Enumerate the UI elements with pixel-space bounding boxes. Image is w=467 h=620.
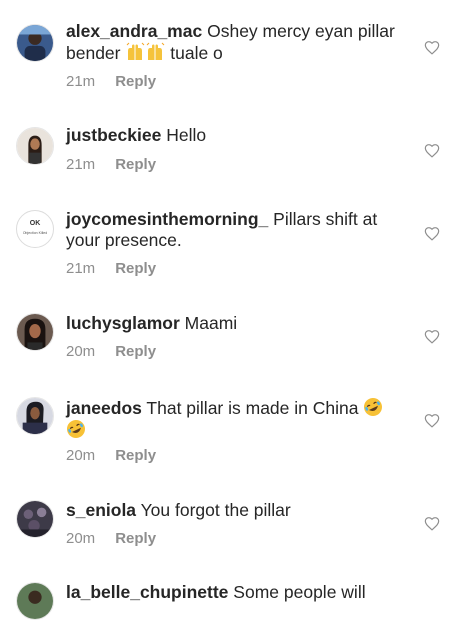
comment-body: luchysglamor Maami	[66, 313, 406, 334]
avatar[interactable]	[16, 313, 54, 351]
reply-button[interactable]: Reply	[115, 156, 156, 173]
reply-button[interactable]: Reply	[115, 260, 156, 277]
reply-button[interactable]: Reply	[115, 530, 156, 547]
avatar[interactable]: OK Objection Killed	[16, 210, 54, 248]
raising-hands-emoji	[145, 42, 165, 62]
comment-username[interactable]: janeedos	[66, 398, 142, 418]
comment-meta: 20m Reply	[66, 447, 156, 464]
comment-username[interactable]: luchysglamor	[66, 313, 180, 333]
raising-hands-emoji	[125, 42, 145, 62]
comment-text: Maami	[184, 313, 238, 333]
heart-outline-icon[interactable]	[424, 329, 440, 344]
comment-time: 20m	[66, 530, 96, 547]
comment-meta: 21m Reply	[66, 156, 156, 173]
heart-outline-icon[interactable]	[424, 40, 440, 55]
comment-body: s_eniola You forgot the pillar	[66, 500, 406, 521]
avatar[interactable]	[16, 397, 54, 435]
heart-outline-icon[interactable]	[424, 413, 440, 428]
reply-button[interactable]: Reply	[115, 343, 156, 360]
comment-username[interactable]: joycomesinthemorning_	[66, 209, 268, 229]
avatar[interactable]	[16, 24, 54, 62]
comment-text-after: tuale o	[170, 43, 223, 63]
comment-text: Hello	[166, 125, 207, 145]
comment-username[interactable]: justbeckiee	[66, 125, 161, 145]
comment-username[interactable]: s_eniola	[66, 500, 136, 520]
comment-text: You forgot the pillar	[140, 500, 291, 520]
reply-button[interactable]: Reply	[115, 447, 156, 464]
avatar[interactable]	[16, 582, 54, 620]
comment-time: 21m	[66, 260, 96, 277]
heart-outline-icon[interactable]	[424, 226, 440, 241]
comment-body: justbeckiee Hello	[66, 125, 406, 146]
comment-username[interactable]: la_belle_chupinette	[66, 582, 228, 602]
comment-text: That pillar is made in China	[146, 398, 359, 418]
comment-text: Some people will	[233, 582, 366, 602]
comment-time: 21m	[66, 156, 96, 173]
comment-body: joycomesinthemorning_ Pillars shift at y…	[66, 209, 406, 251]
avatar[interactable]	[16, 500, 54, 538]
rolling-laughing-emoji	[66, 419, 86, 439]
comment-meta: 20m Reply	[66, 343, 156, 360]
reply-button[interactable]: Reply	[115, 73, 156, 90]
comment-body: janeedos That pillar is made in China	[66, 397, 406, 441]
comment-time: 20m	[66, 447, 96, 464]
avatar[interactable]	[16, 127, 54, 165]
comment-body: alex_andra_mac Oshey mercy eyan pillar b…	[66, 21, 406, 64]
rolling-laughing-emoji	[363, 397, 383, 417]
comment-time: 20m	[66, 343, 96, 360]
avatar-subtext: Objection Killed	[22, 231, 48, 235]
heart-outline-icon[interactable]	[424, 143, 440, 158]
heart-outline-icon[interactable]	[424, 516, 440, 531]
comment-meta: 20m Reply	[66, 530, 156, 547]
comment-meta: 21m Reply	[66, 260, 156, 277]
comment-time: 21m	[66, 73, 96, 90]
comment-meta: 21m Reply	[66, 73, 156, 90]
comment-username[interactable]: alex_andra_mac	[66, 21, 202, 41]
avatar-text: OK	[29, 220, 41, 227]
